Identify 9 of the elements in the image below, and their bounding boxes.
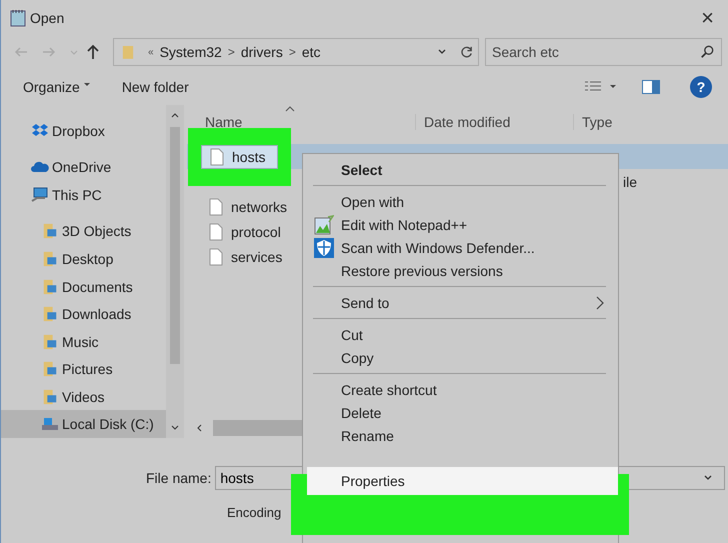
file-name: networks (231, 198, 288, 214)
breadcrumb-separator: > (288, 45, 296, 59)
file-name-label: File name: (146, 470, 212, 486)
file-name: services (231, 248, 282, 264)
encoding-label: Encoding (227, 505, 282, 520)
file-name: protocol (231, 224, 281, 240)
breadcrumb-separator: > (228, 45, 235, 59)
file-name: hosts (232, 148, 266, 164)
window-title: Open (30, 10, 64, 26)
